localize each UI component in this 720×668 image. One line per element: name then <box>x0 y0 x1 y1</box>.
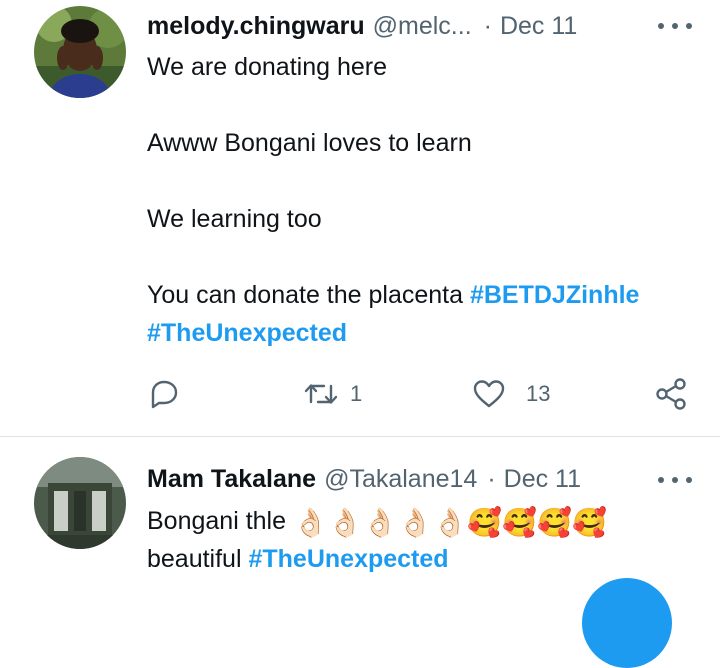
tweet-line: We learning too <box>147 205 322 233</box>
tweet-line: beautiful #TheUnexpected <box>147 540 449 578</box>
reply-icon <box>151 380 178 409</box>
handle[interactable]: @melc... <box>373 12 472 41</box>
hashtag-link[interactable]: #TheUnexpected <box>248 545 448 573</box>
tweet-line: Bongani thle 👌🏻👌🏻👌🏻👌🏻👌🏻🥰🥰🥰🥰 <box>147 502 607 540</box>
display-name[interactable]: melody.chingwaru <box>147 12 365 41</box>
tweet-line: You can donate the placenta #BETDJZinhle <box>147 276 639 314</box>
avatar[interactable] <box>34 6 126 98</box>
tweet-header: Mam Takalane @Takalane14 · Dec 11 <box>147 463 581 495</box>
tweet-line-text: beautiful <box>147 545 242 573</box>
ok-hand-emoji: 👌🏻 <box>362 507 398 538</box>
tweet-line-text: You can donate the placenta <box>147 281 464 309</box>
smiling-face-with-hearts-emoji: 🥰 <box>571 507 607 538</box>
compose-button[interactable] <box>582 578 672 668</box>
ok-hand-emoji: 👌🏻 <box>327 507 363 538</box>
like-count: 13 <box>526 381 551 406</box>
ok-hand-emoji: 👌🏻 <box>432 507 468 538</box>
separator-dot: · <box>487 464 496 493</box>
more-options-icon[interactable] <box>658 16 692 36</box>
hashtag-link[interactable]: #TheUnexpected <box>147 319 347 347</box>
share-icon <box>656 378 686 410</box>
tweet-actions: 1 13 <box>0 374 720 414</box>
smiling-face-with-hearts-emoji: 🥰 <box>502 507 538 538</box>
handle[interactable]: @Takalane14 <box>324 465 477 494</box>
reply-button[interactable] <box>148 374 180 414</box>
avatar[interactable] <box>34 457 126 549</box>
share-button[interactable] <box>654 374 688 414</box>
smiling-face-with-hearts-emoji: 🥰 <box>467 507 503 538</box>
like-button[interactable]: 13 <box>472 374 550 414</box>
retweet-count: 1 <box>350 381 363 406</box>
more-options-icon[interactable] <box>658 470 692 490</box>
ok-hand-emoji: 👌🏻 <box>397 507 433 538</box>
separator-dot: · <box>483 11 492 40</box>
smiling-face-with-hearts-emoji: 🥰 <box>537 507 572 538</box>
retweet-icon <box>304 384 338 404</box>
retweet-button[interactable]: 1 <box>304 374 362 414</box>
display-name[interactable]: Mam Takalane <box>147 465 316 494</box>
timestamp[interactable]: Dec 11 <box>500 12 577 41</box>
tweet[interactable]: melody.chingwaru @melc... · Dec 11 We ar… <box>0 0 720 436</box>
tweet-line: We are donating here <box>147 53 387 81</box>
ok-hand-emoji: 👌🏻 <box>292 507 328 538</box>
tweet-header: melody.chingwaru @melc... · Dec 11 <box>147 10 577 42</box>
tweet-line: Awww Bongani loves to learn <box>147 129 472 157</box>
hashtag-link[interactable]: #BETDJZinhle <box>470 281 639 309</box>
tweet-line-text: Bongani thle <box>147 507 287 535</box>
tweet-line: #TheUnexpected <box>147 314 347 352</box>
timestamp[interactable]: Dec 11 <box>504 465 581 494</box>
like-icon <box>473 380 505 408</box>
